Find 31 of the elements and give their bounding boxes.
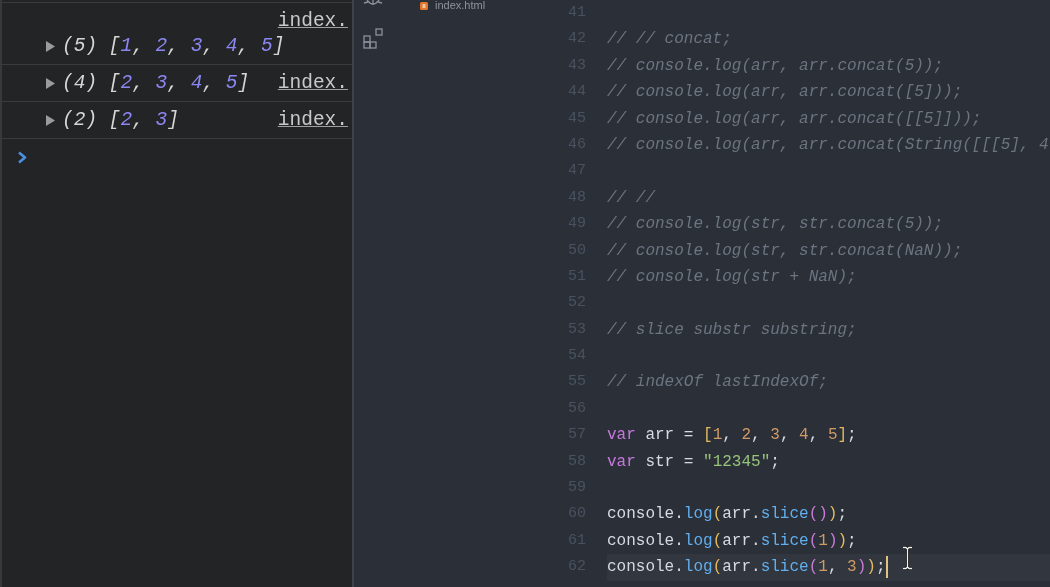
code-line: // console.log(arr, arr.concat(5));: [607, 55, 945, 77]
code-line: // // concat;: [607, 29, 733, 51]
text-cursor-icon: [902, 546, 913, 570]
code-line: console.log(arr.slice());: [607, 504, 849, 526]
code-line: var arr = [1, 2, 3, 4, 5];: [607, 425, 858, 447]
source-link[interactable]: index.: [277, 9, 348, 34]
code-line: // console.log(arr, arr.concat([5]));: [607, 82, 964, 104]
code-line: // console.log(arr, arr.concat([[5]]));: [607, 108, 983, 130]
log-message: (5) [1, 2, 3, 4, 5]: [62, 35, 285, 57]
code-line: // slice substr substring;: [607, 319, 858, 341]
code-line: var str = "12345";: [607, 451, 781, 473]
prompt-icon: [17, 151, 27, 164]
expand-triangle-icon[interactable]: [46, 115, 55, 126]
code-line: // console.log(str, str.concat(NaN));: [607, 240, 964, 262]
code-line: console.log(arr.slice(1));: [607, 530, 858, 552]
code-line: // console.log(str + NaN);: [607, 266, 858, 288]
blocks-icon[interactable]: [362, 28, 384, 49]
expand-triangle-icon[interactable]: [46, 78, 55, 89]
file-item[interactable]: index.html: [392, 0, 486, 11]
code-line: // console.log(arr, arr.concat(String([[[5], 4: [607, 134, 1050, 156]
source-link[interactable]: index.: [277, 71, 348, 96]
log-message: (2) [2, 3]: [62, 109, 179, 131]
text-caret: [885, 555, 888, 578]
expand-triangle-icon[interactable]: [46, 41, 55, 52]
log-message: (4) [2, 3, 4, 5]: [62, 72, 250, 94]
code-line: // //: [607, 187, 657, 209]
bug-icon[interactable]: [363, 0, 383, 7]
source-link[interactable]: index.: [277, 108, 348, 133]
file-icon: [420, 1, 428, 10]
code-line: // indexOf lastIndexOf;: [607, 372, 829, 394]
code-line: // console.log(str, str.concat(5));: [607, 214, 945, 236]
